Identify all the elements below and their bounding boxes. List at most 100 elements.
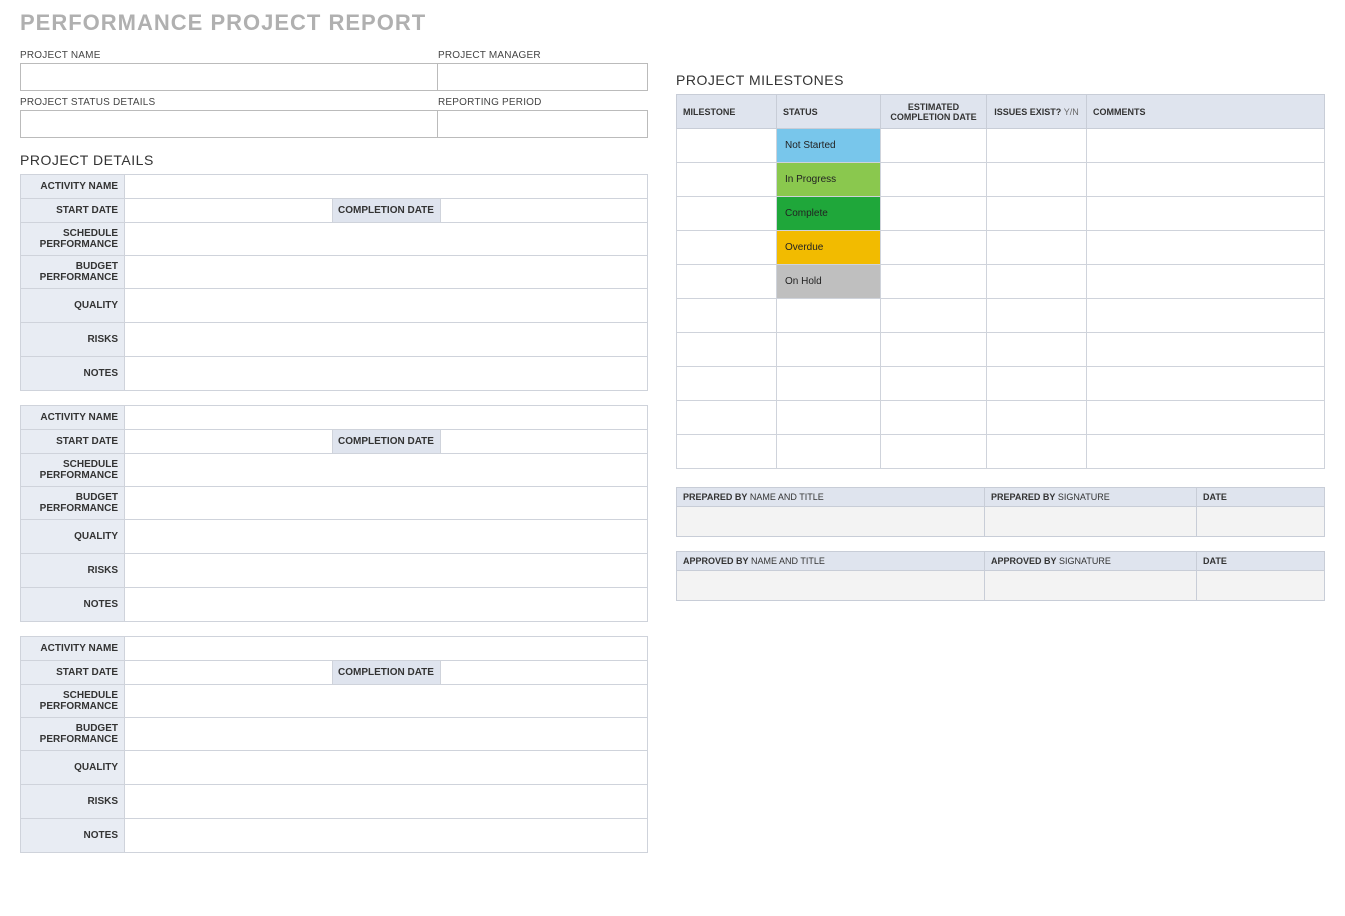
issues-exist-cell[interactable]	[987, 367, 1087, 401]
issues-exist-cell[interactable]	[987, 333, 1087, 367]
milestone-cell[interactable]	[677, 299, 777, 333]
status-cell[interactable]: On Hold	[777, 265, 881, 299]
issues-exist-cell[interactable]	[987, 435, 1087, 469]
activity-name-field[interactable]	[125, 637, 648, 661]
milestone-cell[interactable]	[677, 435, 777, 469]
project-manager-label: PROJECT MANAGER	[438, 48, 648, 63]
est-completion-cell[interactable]	[881, 129, 987, 163]
approved-by-name-field[interactable]	[677, 571, 985, 601]
start-date-field[interactable]	[125, 199, 333, 223]
completion-date-label: COMPLETION DATE	[332, 199, 440, 223]
completion-date-field[interactable]	[440, 661, 648, 685]
completion-date-field[interactable]	[440, 199, 648, 223]
quality-field[interactable]	[125, 751, 648, 785]
milestone-cell[interactable]	[677, 401, 777, 435]
project-status-details-field[interactable]	[20, 110, 438, 138]
est-completion-cell[interactable]	[881, 163, 987, 197]
milestone-cell[interactable]	[677, 333, 777, 367]
comments-cell[interactable]	[1087, 435, 1325, 469]
budget-performance-field[interactable]	[125, 718, 648, 751]
issues-exist-cell[interactable]	[987, 401, 1087, 435]
est-completion-cell[interactable]	[881, 435, 987, 469]
status-cell[interactable]: Not Started	[777, 129, 881, 163]
comments-cell[interactable]	[1087, 129, 1325, 163]
start-date-field[interactable]	[125, 661, 333, 685]
approved-by-signature-field[interactable]	[985, 571, 1197, 601]
comments-cell[interactable]	[1087, 333, 1325, 367]
est-completion-cell[interactable]	[881, 333, 987, 367]
notes-field[interactable]	[125, 819, 648, 853]
issues-exist-cell[interactable]	[987, 163, 1087, 197]
milestone-cell[interactable]	[677, 163, 777, 197]
comments-cell[interactable]	[1087, 265, 1325, 299]
prepared-by-signature-field[interactable]	[985, 507, 1197, 537]
est-completion-cell[interactable]	[881, 401, 987, 435]
est-completion-cell[interactable]	[881, 265, 987, 299]
status-cell[interactable]	[777, 333, 881, 367]
quality-field[interactable]	[125, 520, 648, 554]
status-cell[interactable]	[777, 435, 881, 469]
status-cell[interactable]: Overdue	[777, 231, 881, 265]
risks-field[interactable]	[125, 323, 648, 357]
risks-field[interactable]	[125, 785, 648, 819]
activity-name-field[interactable]	[125, 175, 648, 199]
est-completion-col-header: ESTIMATED COMPLETION DATE	[881, 95, 987, 129]
prepared-by-name-field[interactable]	[677, 507, 985, 537]
milestone-cell[interactable]	[677, 197, 777, 231]
status-cell[interactable]: In Progress	[777, 163, 881, 197]
quality-label: QUALITY	[21, 520, 125, 554]
comments-cell[interactable]	[1087, 401, 1325, 435]
budget-performance-field[interactable]	[125, 256, 648, 289]
activity-name-field[interactable]	[125, 406, 648, 430]
status-cell[interactable]	[777, 299, 881, 333]
comments-cell[interactable]	[1087, 231, 1325, 265]
milestone-cell[interactable]	[677, 129, 777, 163]
budget-performance-field[interactable]	[125, 487, 648, 520]
status-cell[interactable]: Complete	[777, 197, 881, 231]
milestone-cell[interactable]	[677, 367, 777, 401]
start-date-field[interactable]	[125, 430, 333, 454]
milestone-cell[interactable]	[677, 265, 777, 299]
status-cell[interactable]	[777, 401, 881, 435]
issues-exist-cell[interactable]	[987, 129, 1087, 163]
notes-field[interactable]	[125, 588, 648, 622]
prepared-by-date-field[interactable]	[1197, 507, 1325, 537]
schedule-performance-field[interactable]	[125, 685, 648, 718]
issues-exist-cell[interactable]	[987, 299, 1087, 333]
est-completion-cell[interactable]	[881, 197, 987, 231]
comments-cell[interactable]	[1087, 197, 1325, 231]
approved-by-table: APPROVED BY NAME AND TITLE APPROVED BY S…	[676, 551, 1325, 601]
prepared-by-table: PREPARED BY NAME AND TITLE PREPARED BY S…	[676, 487, 1325, 537]
notes-label: NOTES	[21, 588, 125, 622]
start-date-label: START DATE	[21, 199, 125, 223]
comments-cell[interactable]	[1087, 163, 1325, 197]
est-completion-cell[interactable]	[881, 299, 987, 333]
issues-exist-cell[interactable]	[987, 197, 1087, 231]
reporting-period-field[interactable]	[438, 110, 648, 138]
issues-exist-cell[interactable]	[987, 265, 1087, 299]
comments-cell[interactable]	[1087, 367, 1325, 401]
approved-by-date-header: DATE	[1197, 552, 1325, 571]
approved-by-date-field[interactable]	[1197, 571, 1325, 601]
notes-field[interactable]	[125, 357, 648, 391]
completion-date-label: COMPLETION DATE	[332, 661, 440, 685]
milestone-row	[677, 435, 1325, 469]
milestone-row: Not Started	[677, 129, 1325, 163]
schedule-performance-field[interactable]	[125, 454, 648, 487]
est-completion-cell[interactable]	[881, 231, 987, 265]
quality-field[interactable]	[125, 289, 648, 323]
activity-name-label: ACTIVITY NAME	[21, 175, 125, 199]
risks-field[interactable]	[125, 554, 648, 588]
project-manager-field[interactable]	[438, 63, 648, 91]
est-completion-cell[interactable]	[881, 367, 987, 401]
start-date-label: START DATE	[21, 661, 125, 685]
schedule-performance-field[interactable]	[125, 223, 648, 256]
issues-exist-col-header: ISSUES EXIST? Y/N	[987, 95, 1087, 129]
project-name-field[interactable]	[20, 63, 438, 91]
comments-cell[interactable]	[1087, 299, 1325, 333]
completion-date-field[interactable]	[440, 430, 648, 454]
milestone-cell[interactable]	[677, 231, 777, 265]
issues-exist-cell[interactable]	[987, 231, 1087, 265]
risks-label: RISKS	[21, 323, 125, 357]
status-cell[interactable]	[777, 367, 881, 401]
